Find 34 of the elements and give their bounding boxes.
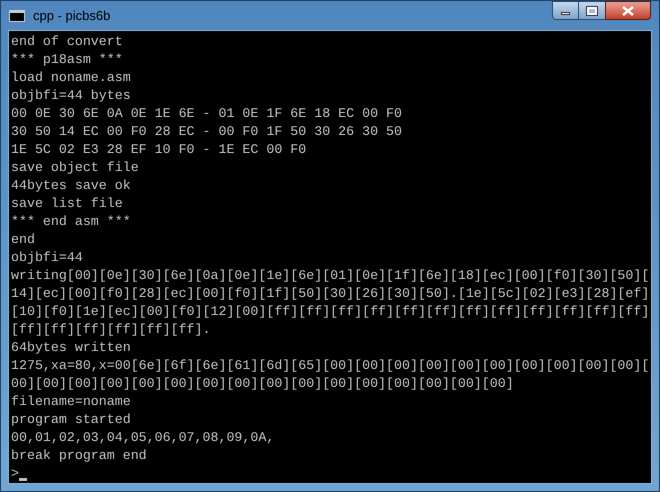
console-line: filename=noname [11, 393, 131, 411]
console-line: [10][f0][1e][ec][00][f0][12][00][ff][ff][ff][ff][ff][ff][ff][ff][ff][ff][ff][ff] [11, 303, 650, 321]
console-line: 44bytes save ok [11, 177, 131, 195]
console-line: 1275,xa=80,x=00[6e][6f][6e][61][6d][65][00][00][00][00][00][00][00][00][00][00][ [11, 357, 650, 375]
console-app-icon [9, 10, 25, 22]
text-cursor [18, 478, 27, 481]
window-title: cpp - picbs6b [33, 6, 110, 25]
console-line: *** p18asm *** [11, 51, 123, 69]
console-line: 00 0E 30 6E 0A 0E 1E 6E - 01 0E 1F 6E 18 EC 00 F0 [11, 105, 402, 123]
console-line: save object file [11, 159, 139, 177]
close-icon [622, 6, 634, 16]
console-line: writing[00][0e][30][6e][0a][0e][1e][6e][01][0e][1f][6e][18][ec][00][f0][30][50][ [11, 267, 650, 285]
console-line: 00,01,02,03,04,05,06,07,08,09,0A, [11, 429, 274, 447]
console-line: 30 50 14 EC 00 F0 28 EC - 00 F0 1F 50 30 26 30 50 [11, 123, 402, 141]
command-prompt: > [11, 465, 19, 483]
minimize-icon [561, 12, 570, 15]
console-line: end of convert [11, 33, 123, 51]
console-line: program started [11, 411, 131, 429]
minimize-button[interactable] [552, 1, 579, 20]
maximize-button[interactable] [579, 1, 605, 20]
console-line: 14][ec][00][f0][28][ec][00][f0][1f][50][30][26][30][50].[1e][5c][02][e3][28][ef] [11, 285, 650, 303]
console-line: break program end [11, 447, 147, 465]
console-line: save list file [11, 195, 123, 213]
console-line: 64bytes written [11, 339, 131, 357]
console-line: end [11, 231, 35, 249]
console-line: objbfi=44 bytes [11, 87, 131, 105]
console-line: objbfi=44 [11, 249, 83, 267]
console-line: 00][00][00][00][00][00][00][00][00][00][00][00][00][00][00][00] [11, 375, 514, 393]
console-line: load noname.asm [11, 69, 131, 87]
close-button[interactable] [605, 1, 651, 20]
console-line: 1E 5C 02 E3 28 EF 10 F0 - 1E EC 00 F0 [11, 141, 306, 159]
maximize-icon [587, 6, 597, 14]
console-line: [ff][ff][ff][ff][ff][ff]. [11, 321, 210, 339]
console-line: *** end asm *** [11, 213, 131, 231]
